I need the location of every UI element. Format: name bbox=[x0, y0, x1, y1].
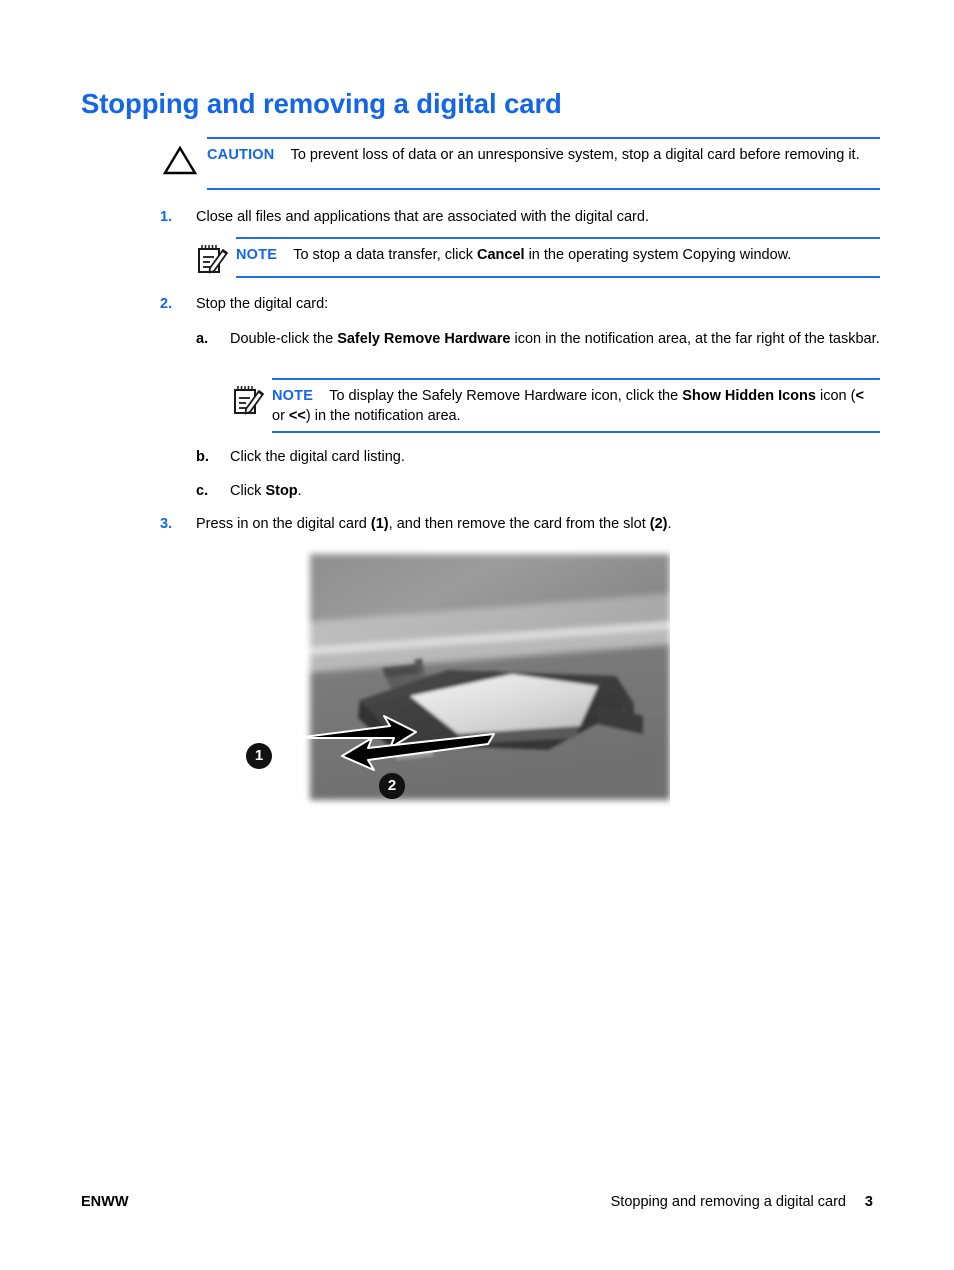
document-page: Stopping and removing a digital card CAU… bbox=[0, 0, 954, 1270]
substep-c-bold-stop: Stop bbox=[265, 483, 298, 499]
note-2-bold-ltlt: << bbox=[288, 407, 306, 424]
substep-a-bold: Safely Remove Hardware bbox=[337, 331, 511, 347]
note-2-part1: To display the Safely Remove Hardware ic… bbox=[329, 388, 683, 404]
callout-badge-1: 1 bbox=[246, 743, 272, 769]
substep-c-part2: . bbox=[297, 483, 302, 499]
note-1-rule-top bbox=[236, 237, 880, 239]
substep-c-part1: Click bbox=[230, 483, 266, 499]
note-1-text-part1: To stop a data transfer, click bbox=[293, 247, 477, 263]
note-box-2: NOTE To display the Safely Remove Hardwa… bbox=[272, 378, 880, 433]
note-1-keyword: NOTE bbox=[236, 247, 278, 263]
substep-b-text: Click the digital card listing. bbox=[230, 449, 405, 465]
caution-box: CAUTION To prevent loss of data or an un… bbox=[207, 137, 880, 190]
step-2-number: 2. bbox=[160, 296, 173, 312]
note-2-part3: or bbox=[272, 407, 289, 424]
caution-keyword: CAUTION bbox=[207, 147, 275, 163]
step-3-part3: . bbox=[667, 516, 672, 532]
step-3-number: 3. bbox=[160, 516, 173, 532]
step-3-part1: Press in on the digital card bbox=[196, 516, 371, 532]
footer-section-title: Stopping and removing a digital card bbox=[610, 1194, 846, 1210]
note-2-bold-lt: < bbox=[855, 388, 864, 404]
caution-rule-top bbox=[207, 137, 880, 139]
callout-2-label: 2 bbox=[387, 777, 397, 794]
page-title: Stopping and removing a digital card bbox=[81, 88, 562, 119]
note-2-part4: ) in the notification area. bbox=[305, 407, 461, 424]
note-1-bold-cancel: Cancel bbox=[476, 247, 525, 263]
note-2-keyword: NOTE bbox=[272, 388, 314, 404]
caution-rule-bottom bbox=[207, 188, 880, 190]
substep-c-letter: c. bbox=[196, 483, 209, 499]
substep-c-text: Click Stop. bbox=[230, 481, 885, 501]
substep-a-part1: Double-click the bbox=[230, 331, 338, 347]
caution-text: To prevent loss of data or an unresponsi… bbox=[290, 147, 860, 163]
substep-a-letter: a. bbox=[196, 331, 209, 347]
note-1-text-part2: in the operating system Copying window. bbox=[524, 247, 792, 263]
caution-triangle-icon bbox=[163, 145, 197, 175]
step-1-number: 1. bbox=[160, 209, 173, 225]
step-2-text: Stop the digital card: bbox=[196, 296, 329, 312]
callout-badge-2: 2 bbox=[379, 773, 405, 799]
step-3-part2: , and then remove the card from the slot bbox=[388, 516, 650, 532]
step-1-text: Close all files and applications that ar… bbox=[196, 209, 649, 225]
substep-a-part2: icon in the notification area, at the fa… bbox=[510, 331, 880, 347]
step-3-callout-1: (1) bbox=[370, 516, 389, 532]
note-pad-pencil-icon bbox=[232, 384, 266, 416]
note-2-bold-show-hidden-icons: Show Hidden Icons bbox=[682, 388, 816, 404]
footer-enww: ENWW bbox=[81, 1194, 129, 1210]
step-3-text: Press in on the digital card (1), and th… bbox=[196, 514, 886, 534]
substep-a-text: Double-click the Safely Remove Hardware … bbox=[230, 329, 885, 349]
note-1-body: NOTE To stop a data transfer, click Canc… bbox=[236, 246, 880, 266]
note-2-body: NOTE To display the Safely Remove Hardwa… bbox=[272, 387, 880, 426]
caution-body: CAUTION To prevent loss of data or an un… bbox=[207, 146, 880, 166]
note-pad-pencil-icon bbox=[196, 243, 230, 275]
footer-page-number: 3 bbox=[864, 1194, 873, 1210]
substep-b-letter: b. bbox=[196, 449, 209, 465]
note-2-rule-top bbox=[272, 378, 880, 380]
digital-card-slot-photo: 1 2 bbox=[298, 548, 670, 808]
step-3-callout-2: (2) bbox=[649, 516, 668, 532]
note-box-1: NOTE To stop a data transfer, click Canc… bbox=[236, 237, 880, 278]
callout-1-label: 1 bbox=[254, 747, 264, 764]
note-1-rule-bottom bbox=[236, 276, 880, 278]
note-2-rule-bottom bbox=[272, 431, 880, 433]
note-2-part2: icon ( bbox=[815, 388, 856, 404]
